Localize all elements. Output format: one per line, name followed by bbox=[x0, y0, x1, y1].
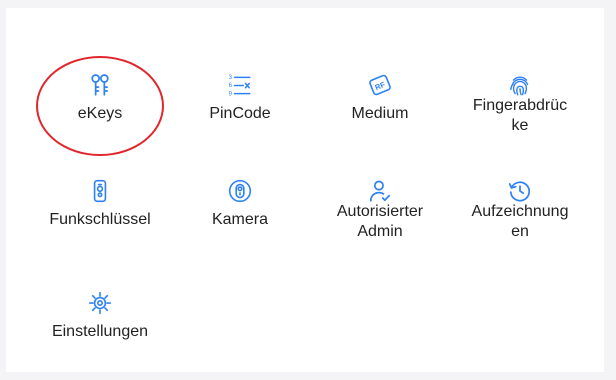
menu-item-ekeys[interactable]: eKeys bbox=[34, 52, 166, 148]
menu-item-label: Kamera bbox=[211, 211, 269, 228]
menu-item-authorized-admin[interactable]: Autorisierter Admin bbox=[314, 158, 446, 254]
menu-item-camera[interactable]: Kamera bbox=[174, 158, 306, 254]
menu-item-fingerprint[interactable]: Fingerabdrüc ke bbox=[454, 52, 586, 148]
pincode-list-icon: 3 6 9 bbox=[225, 70, 255, 100]
svg-text:3: 3 bbox=[229, 75, 233, 81]
svg-text:6: 6 bbox=[229, 83, 233, 89]
menu-item-pincode[interactable]: 3 6 9 PinCode bbox=[174, 52, 306, 148]
settings-gear-icon bbox=[85, 288, 115, 318]
remote-fob-icon bbox=[85, 176, 115, 206]
menu-item-label: Einstellungen bbox=[51, 323, 149, 340]
menu-item-label: Medium bbox=[351, 105, 409, 122]
svg-text:9: 9 bbox=[229, 91, 233, 97]
menu-item-settings[interactable]: Einstellungen bbox=[34, 270, 166, 366]
feature-menu-panel: eKeys 3 6 9 PinCode RF Medium Fingerabdr… bbox=[6, 8, 604, 372]
menu-item-label: PinCode bbox=[209, 105, 271, 122]
menu-item-label: Fingerabdrüc ke bbox=[472, 97, 568, 134]
menu-item-label: Autorisierter Admin bbox=[336, 203, 424, 240]
menu-item-label: Aufzeichnung en bbox=[471, 203, 569, 240]
rf-card-icon: RF bbox=[365, 70, 395, 100]
menu-item-remote[interactable]: Funkschlüssel bbox=[34, 158, 166, 254]
svg-text:RF: RF bbox=[374, 80, 387, 92]
keys-icon bbox=[85, 70, 115, 100]
menu-item-label: eKeys bbox=[77, 105, 123, 122]
menu-item-label: Funkschlüssel bbox=[49, 211, 151, 228]
camera-icon bbox=[225, 176, 255, 206]
menu-item-medium[interactable]: RF Medium bbox=[314, 52, 446, 148]
menu-item-records[interactable]: Aufzeichnung en bbox=[454, 158, 586, 254]
